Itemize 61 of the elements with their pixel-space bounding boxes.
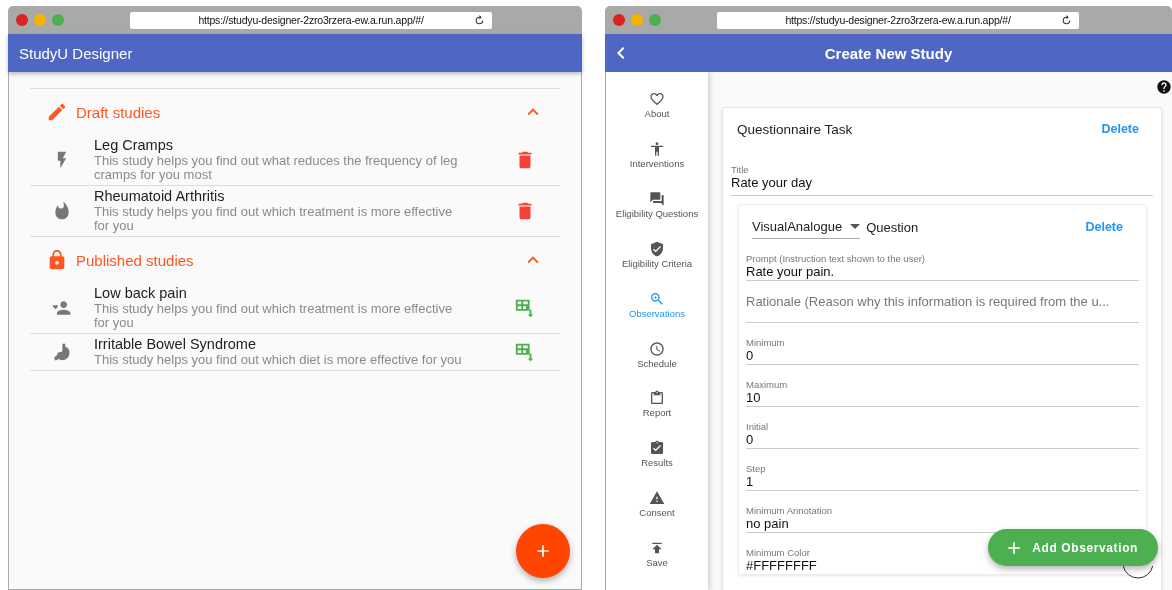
search-icon [649,290,665,307]
text-field[interactable]: Minimum 0 [746,323,1139,365]
close-button[interactable] [16,14,28,26]
study-title: Low back pain [94,285,188,302]
stomach-icon [52,341,72,362]
nav-item[interactable]: Schedule [606,340,708,391]
heart-icon [649,91,665,107]
nav-item[interactable]: Results [606,440,708,491]
help-icon [1156,79,1172,95]
maximize-button[interactable] [52,14,64,26]
section-title: Published studies [76,251,194,269]
study-description: This study helps you find out which treatment is more effective for you [94,205,454,233]
minimize-button[interactable] [34,14,46,26]
warning-icon [649,490,665,507]
minimize-button[interactable] [631,14,643,26]
study-title: Leg Cramps [94,137,174,154]
nav-item[interactable]: Save [606,540,708,590]
text-field[interactable]: Minimum Color #FFFFFFFF [746,533,986,574]
nav-item[interactable]: About [606,91,708,141]
color-swatch[interactable] [1122,566,1154,579]
section-title: Draft studies [76,103,161,121]
study-title: Irritable Bowel Syndrome [94,336,257,353]
pencil-icon [46,101,68,123]
study-description: This study helps you find out what reduces the frequency of leg cramps for you most [94,154,459,182]
nav-item[interactable]: Report [606,390,708,441]
app-title: StudyU Designer [19,44,133,62]
text-field[interactable]: Maximum 10 [746,365,1139,407]
text-field[interactable]: Title Rate your day [731,164,1153,196]
clock-icon [649,340,665,357]
nav-item[interactable]: Eligibility Criteria [606,240,708,291]
shield-icon [649,240,665,257]
text-field[interactable]: Prompt (Instruction text shown to the user) Rate your pain. [746,239,1139,281]
close-button[interactable] [613,14,625,26]
text-field[interactable]: Rationale (Reason why this information is required from the u... [746,281,1139,323]
maximize-button[interactable] [649,14,661,26]
study-title: Rheumatoid Arthritis [94,188,226,205]
nav-item[interactable]: Eligibility Questions [606,190,708,241]
reload-icon [473,13,486,27]
address-bar[interactable]: https://studyu-designer-2zro3rzera-ew.a.run.app/#/ [130,11,492,29]
question-label: Question [866,219,919,235]
person-icon [649,140,665,157]
study-list-item[interactable]: Irritable Bowel Syndrome This study helps you find out which diet is more effective for you [30,334,560,371]
clipboard-check-icon [649,440,665,457]
study-description: This study helps you find out which diet is more effective for you [94,353,463,367]
text-field[interactable]: Step 1 [746,449,1139,491]
text-field[interactable]: Initial 0 [746,407,1139,449]
flame-icon [52,200,72,221]
page-title: Create New Study [824,44,953,62]
study-list-item[interactable]: Low back pain This study helps you find out which treatment is more effective for you [30,283,560,334]
chat-icon [649,190,665,207]
study-list-item[interactable]: Leg Cramps This study helps you find out what reduces the frequency of leg cramps for you most [30,135,560,186]
reload-icon [1060,13,1073,27]
nav-item[interactable]: Consent [606,490,708,541]
type-dropdown[interactable]: VisualAnalogue [752,215,861,239]
card-title: Questionnaire Task [737,121,853,137]
clipboard-icon [649,390,665,407]
address-bar[interactable]: https://studyu-designer-2zro3rzera-ew.a.run.app/#/ [717,11,1079,29]
nav-item[interactable]: Interventions [606,140,708,191]
study-description: This study helps you find out which treatment is more effective for you [94,302,454,330]
study-list-item[interactable]: Rheumatoid Arthritis This study helps you find out which treatment is more effective for you [30,186,560,237]
caret-icon [850,224,861,229]
